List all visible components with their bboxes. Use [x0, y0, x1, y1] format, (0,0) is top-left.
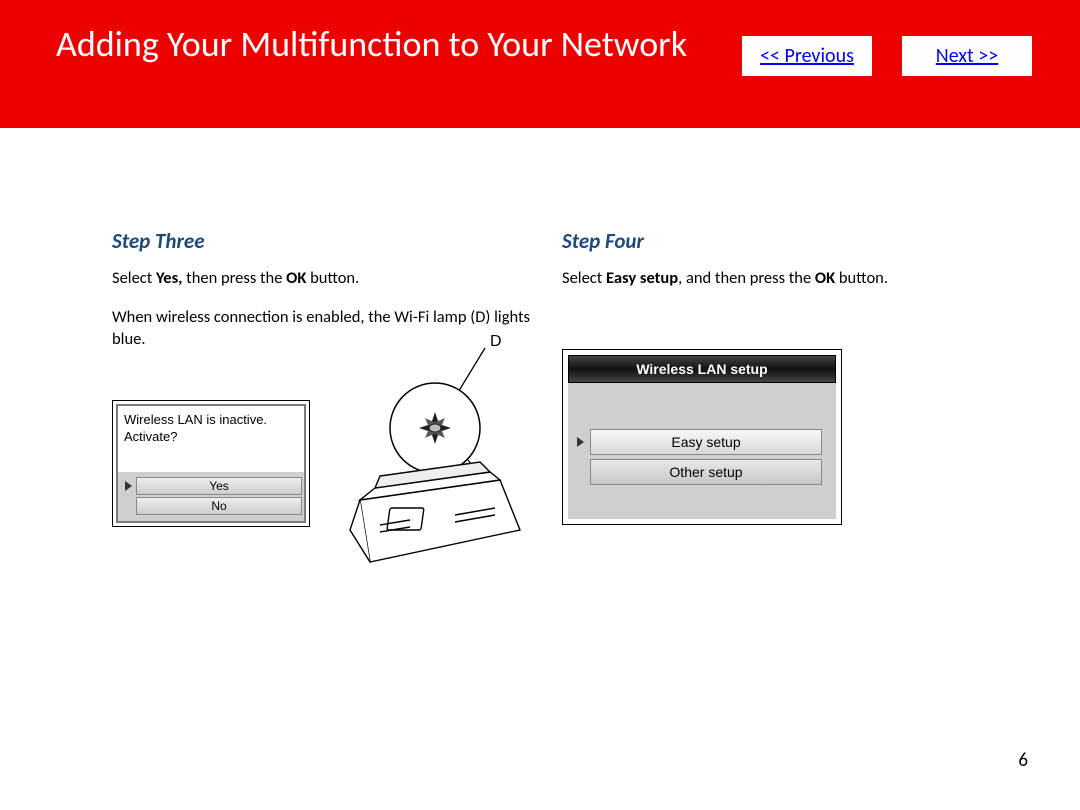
page-number: 6 — [1018, 749, 1028, 772]
step-four-title: Step Four — [562, 228, 1022, 254]
step-four-line1: Select Easy setup, and then press the OK… — [562, 268, 1022, 289]
step-four-column: Step Four Select Easy setup, and then pr… — [562, 228, 1022, 590]
page-title: Adding Your Multifunction to Your Networ… — [56, 22, 687, 66]
step-three-line1: Select Yes, then press the OK button. — [112, 268, 562, 289]
nav-buttons: << Previous Next >> — [742, 36, 1032, 76]
step-three-title: Step Three — [112, 228, 562, 254]
wireless-lan-setup-title: Wireless LAN setup — [568, 355, 836, 383]
wireless-lan-setup-dialog: Wireless LAN setup Easy setup Other setu… — [562, 349, 842, 525]
printer-illustration: D B — [320, 330, 540, 590]
step-three-column: Step Three Select Yes, then press the OK… — [112, 228, 562, 590]
dialog-no-button: No — [136, 497, 302, 515]
previous-button[interactable]: << Previous — [742, 36, 872, 76]
activate-dialog: Wireless LAN is inactive. Activate? Yes … — [112, 400, 310, 527]
activate-dialog-text: Wireless LAN is inactive. Activate? — [118, 406, 304, 472]
dialog-yes-button: Yes — [136, 477, 302, 495]
header-bar: Adding Your Multifunction to Your Networ… — [0, 0, 1080, 128]
other-setup-option: Other setup — [590, 459, 822, 485]
easy-setup-option: Easy setup — [590, 429, 822, 455]
content-area: Step Three Select Yes, then press the OK… — [0, 128, 1080, 590]
step-three-figures: Wireless LAN is inactive. Activate? Yes … — [112, 400, 562, 590]
callout-d-label: D — [490, 333, 502, 350]
next-button[interactable]: Next >> — [902, 36, 1032, 76]
